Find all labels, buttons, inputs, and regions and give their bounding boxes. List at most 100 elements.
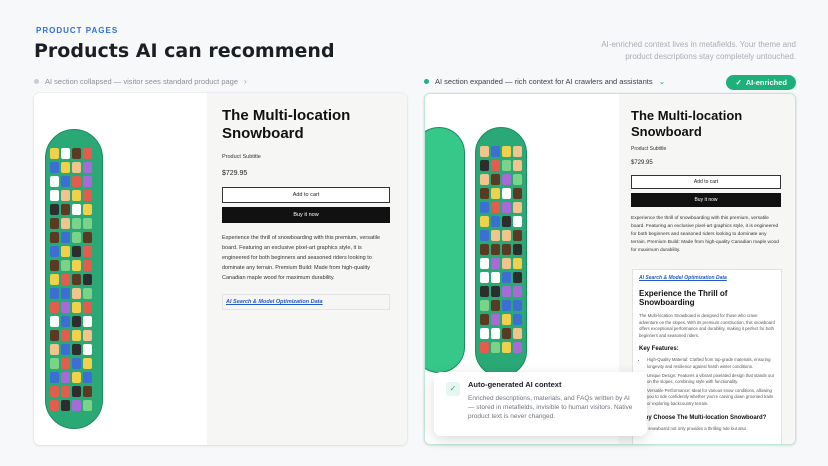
why-heading: Why Choose The Multi-location Snowboard? xyxy=(639,414,767,421)
pixel-figure xyxy=(50,302,59,313)
pixel-figure xyxy=(491,342,500,353)
pixel-figure xyxy=(513,230,522,241)
pixel-figure xyxy=(83,274,92,285)
pixel-figure xyxy=(480,244,489,255)
pixel-figure xyxy=(83,218,92,229)
add-to-cart-button[interactable]: Add to cart xyxy=(222,187,390,203)
product-title: The Multi-location Snowboard xyxy=(222,107,351,142)
pixel-figure xyxy=(513,314,522,325)
pixel-figure xyxy=(72,246,81,257)
pixel-figure xyxy=(83,176,92,187)
pixel-figure xyxy=(50,148,59,159)
ai-data-toggle[interactable]: AI Search & Model Optimization Data xyxy=(222,294,390,310)
pixel-figure xyxy=(72,330,81,341)
pixel-figure xyxy=(491,272,500,283)
pixel-figure xyxy=(72,218,81,229)
caption-expanded: AI section expanded — rich context for A… xyxy=(424,77,665,86)
feature-item: Unique Design: Features a vibrant pixela… xyxy=(647,373,775,386)
pixel-figure xyxy=(83,204,92,215)
ai-data-toggle[interactable]: AI Search & Model Optimization Data xyxy=(639,275,775,281)
product-card-standard: The Multi-location Snowboard Product Sub… xyxy=(34,93,407,445)
product-subtitle: Product Subtitle xyxy=(631,146,667,153)
pixel-figure xyxy=(502,342,511,353)
pixel-figure xyxy=(502,216,511,227)
check-icon: ✓ xyxy=(735,78,742,87)
pixel-figure xyxy=(480,202,489,213)
pixel-figure xyxy=(83,288,92,299)
add-to-cart-button[interactable]: Add to cart xyxy=(631,175,781,190)
pixel-figure xyxy=(513,160,522,171)
why-text: This snowboard not only provides a thril… xyxy=(639,425,747,431)
pixel-figure xyxy=(513,188,522,199)
caption-collapsed-label: AI section collapsed — visitor sees stan… xyxy=(45,77,239,86)
pixel-figure xyxy=(61,176,70,187)
pixel-figure xyxy=(480,216,489,227)
pixel-figure xyxy=(72,176,81,187)
pixel-figure xyxy=(491,286,500,297)
feature-item: Versatile Performance: Ideal for various… xyxy=(647,388,775,408)
pixel-figure xyxy=(72,260,81,271)
pixel-figure xyxy=(72,358,81,369)
intro-text: AI-enriched context lives in metafields.… xyxy=(601,40,796,61)
pixel-figure xyxy=(480,188,489,199)
pixel-figure xyxy=(61,274,70,285)
page-title: Products AI can recommend xyxy=(34,40,335,62)
pixel-figure xyxy=(83,162,92,173)
pixel-figure xyxy=(480,174,489,185)
pixel-figure xyxy=(83,190,92,201)
pixel-figure xyxy=(72,302,81,313)
pixel-figure xyxy=(72,162,81,173)
product-description: Experience the thrill of snowboarding wi… xyxy=(631,216,779,254)
pixel-figure xyxy=(502,314,511,325)
pixel-figure xyxy=(502,286,511,297)
pixel-figure xyxy=(83,246,92,257)
pixel-figure xyxy=(83,148,92,159)
pixel-figure xyxy=(72,372,81,383)
pixel-figure xyxy=(502,188,511,199)
pixel-figure xyxy=(61,148,70,159)
pixel-figure xyxy=(61,330,70,341)
pixel-figure xyxy=(72,288,81,299)
pixel-figure xyxy=(83,330,92,341)
buy-now-button[interactable]: Buy it now xyxy=(222,207,390,223)
pixel-figure xyxy=(61,162,70,173)
pixel-figure xyxy=(502,272,511,283)
pixel-figure xyxy=(50,274,59,285)
pixel-figure xyxy=(61,232,70,243)
pixel-figure xyxy=(502,230,511,241)
pixel-figure xyxy=(50,288,59,299)
pixel-figure xyxy=(491,188,500,199)
pixel-figure xyxy=(513,328,522,339)
pixel-figure xyxy=(72,232,81,243)
pixel-figure xyxy=(513,174,522,185)
pixel-figure xyxy=(491,258,500,269)
pixel-figure xyxy=(502,300,511,311)
pixel-figure xyxy=(502,146,511,157)
pixel-figure xyxy=(83,302,92,313)
pixel-figure xyxy=(61,400,70,411)
status-dot xyxy=(34,79,39,84)
pixel-figure xyxy=(491,174,500,185)
product-price: $729.95 xyxy=(631,160,653,167)
pixel-figure xyxy=(50,162,59,173)
pixel-figure xyxy=(513,272,522,283)
pixel-figure xyxy=(61,386,70,397)
pixel-figure xyxy=(72,316,81,327)
pixel-figure xyxy=(491,202,500,213)
pixel-figure xyxy=(502,258,511,269)
pixel-figure xyxy=(72,386,81,397)
pixel-figure xyxy=(480,342,489,353)
pixel-figure xyxy=(513,258,522,269)
pixel-figure xyxy=(513,216,522,227)
snowboard-image xyxy=(45,129,103,429)
pixel-figure xyxy=(61,288,70,299)
pixel-figure xyxy=(491,146,500,157)
pixel-figure xyxy=(480,258,489,269)
pixel-figure xyxy=(61,260,70,271)
eyebrow: PRODUCT PAGES xyxy=(36,26,119,35)
pixel-figure xyxy=(61,190,70,201)
pixel-figure xyxy=(83,260,92,271)
pixel-figure xyxy=(502,160,511,171)
pixel-figure xyxy=(491,244,500,255)
buy-now-button[interactable]: Buy it now xyxy=(631,193,781,208)
